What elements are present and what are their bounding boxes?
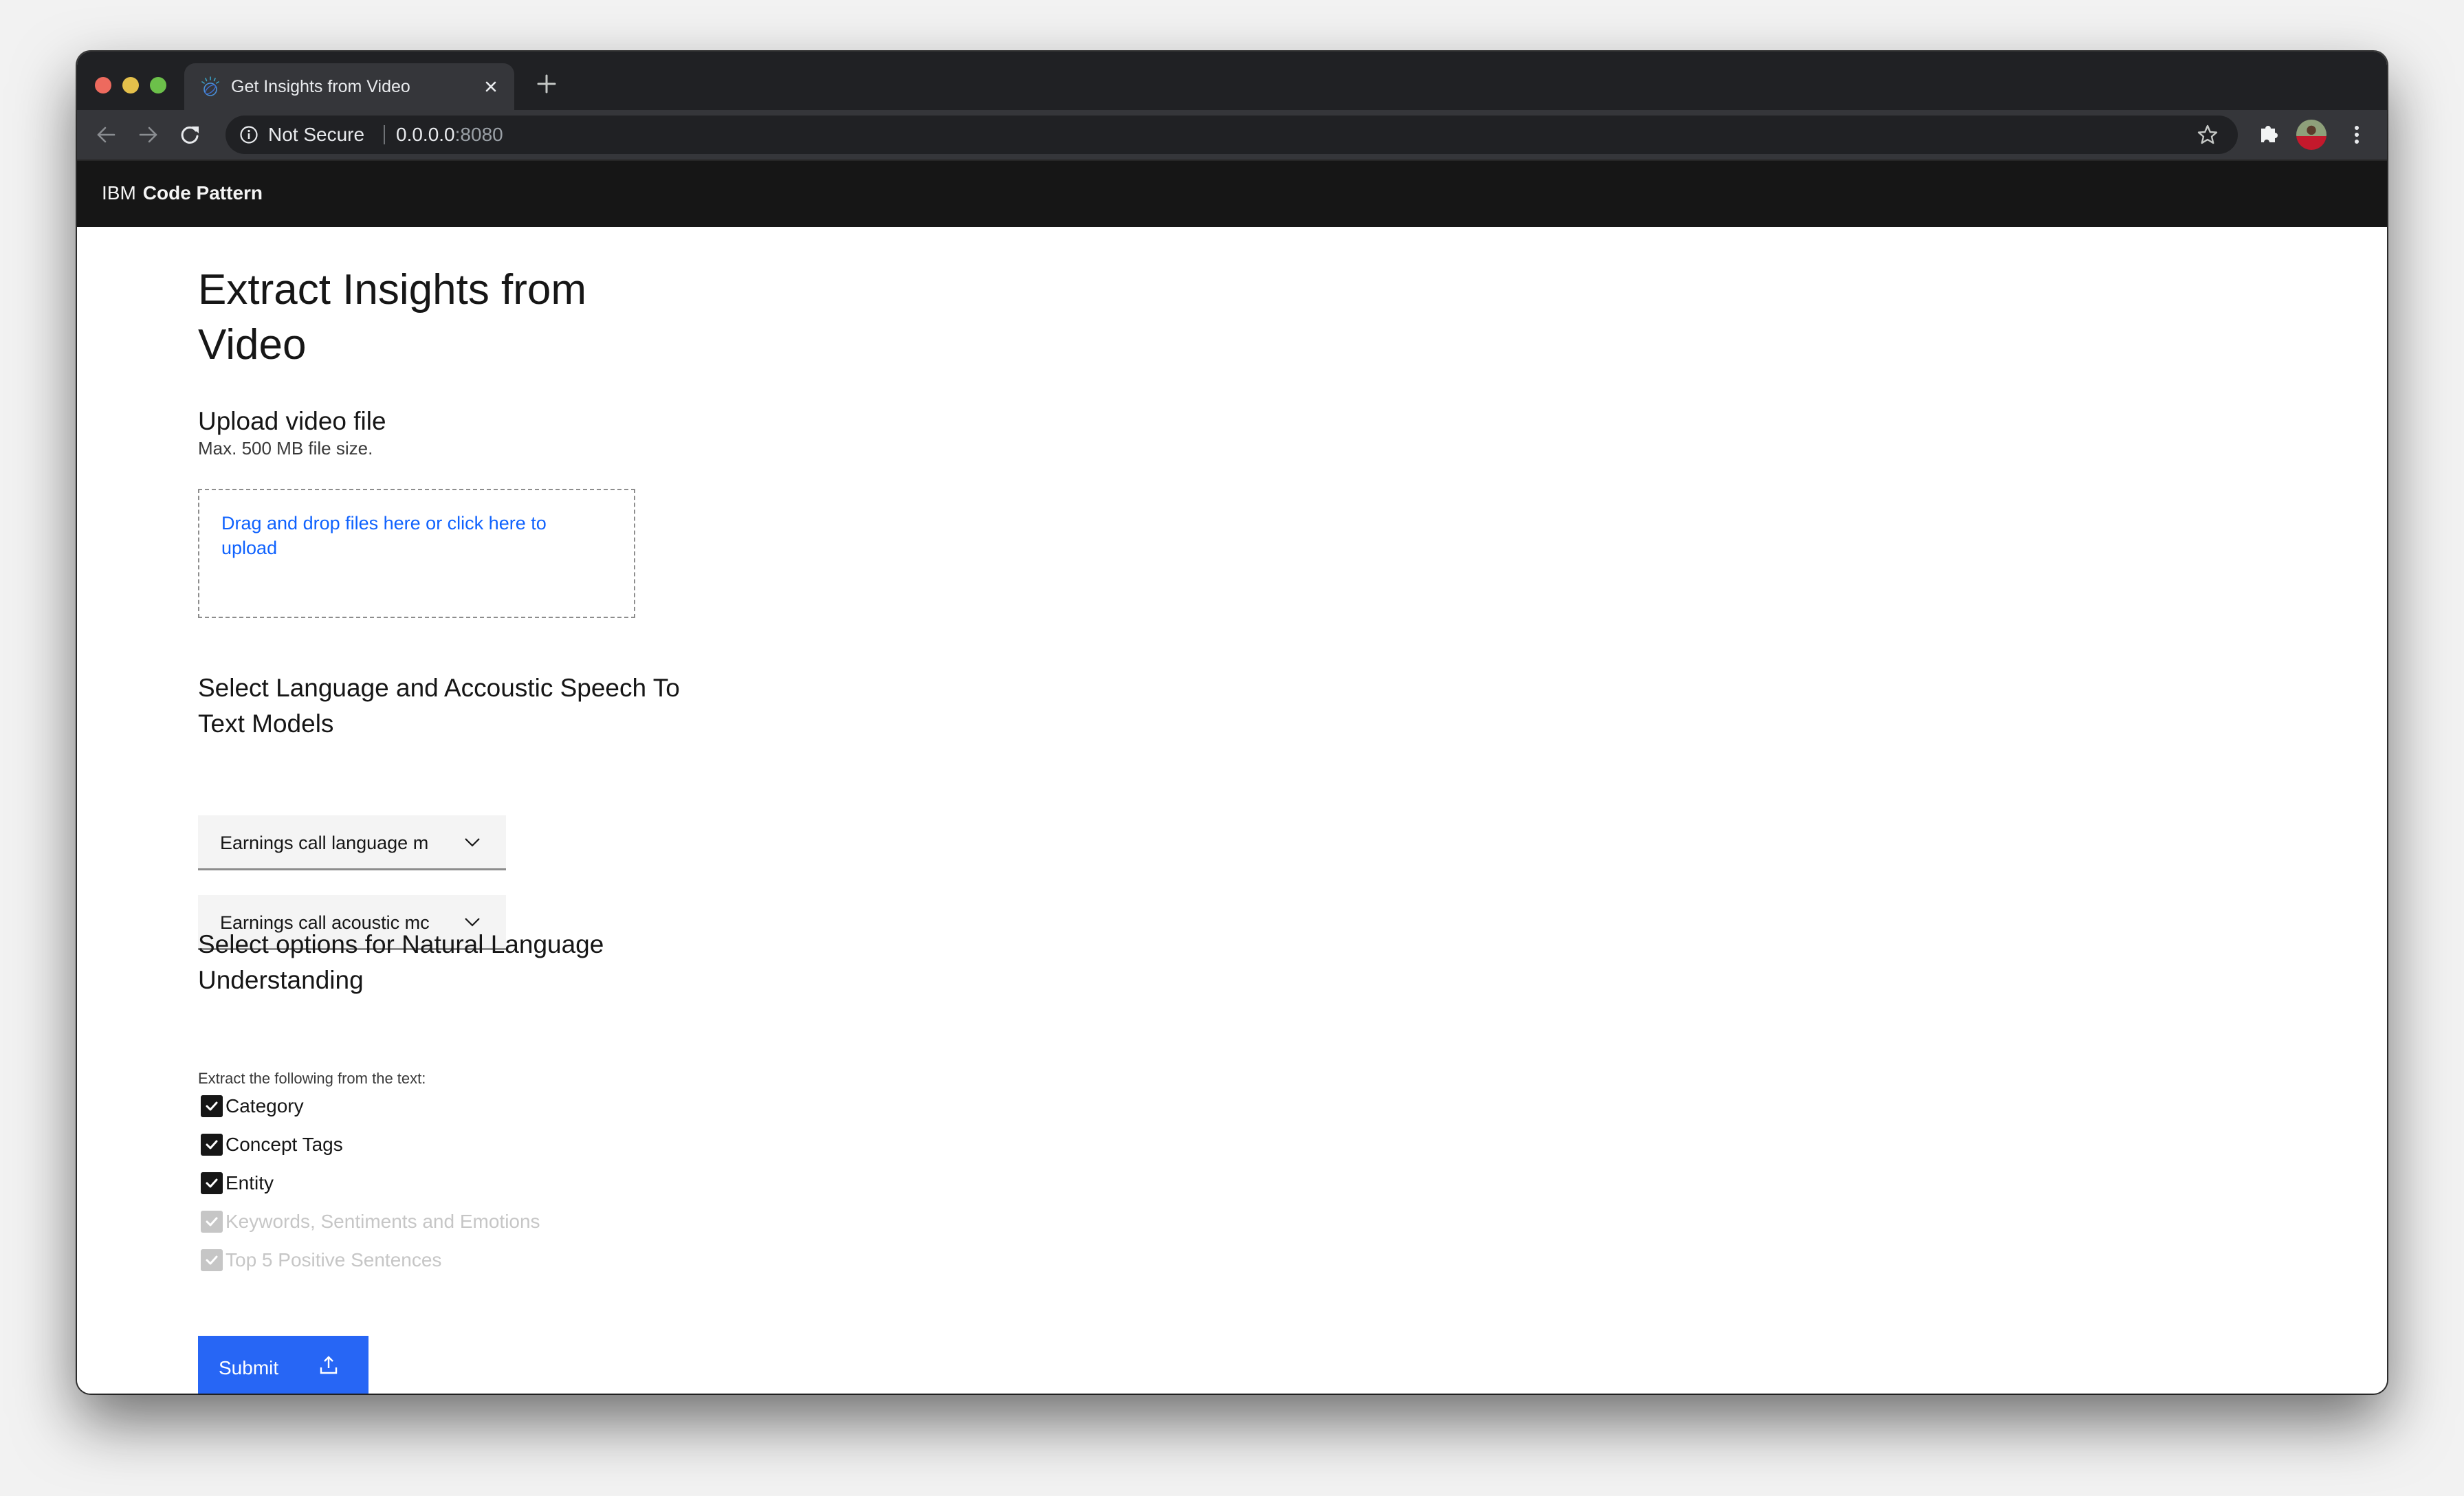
url-text[interactable]: 0.0.0.0:8080 — [396, 124, 503, 146]
page-title: Extract Insights from Video — [198, 266, 587, 368]
language-model-select[interactable]: Earnings call language m — [198, 815, 506, 870]
nlu-option-label: Top 5 Positive Sentences — [226, 1249, 442, 1270]
checkbox-checked-icon[interactable] — [201, 1172, 223, 1194]
nlu-option-label: Entity — [226, 1172, 274, 1194]
browser-toolbar: Not Secure 0.0.0.0:8080 — [77, 110, 2387, 160]
upload-icon — [319, 1355, 338, 1376]
nlu-option-checkbox: Keywords, Sentiments and Emotions — [201, 1208, 540, 1235]
browser-window: Get Insights from Video Not Secure 0.0.0… — [77, 52, 2387, 1394]
checkbox-checked-icon[interactable] — [201, 1134, 223, 1156]
reload-button[interactable] — [177, 122, 202, 147]
maximize-window-button[interactable] — [150, 77, 166, 94]
checkbox-checked-icon — [201, 1249, 223, 1271]
nlu-option-checkbox[interactable]: Entity — [201, 1169, 274, 1197]
nlu-option-label: Category — [226, 1095, 304, 1116]
checkbox-checked-icon — [201, 1211, 223, 1233]
submit-label: Submit — [219, 1357, 279, 1378]
dropzone-link[interactable]: Drag and drop files here or click here t… — [221, 511, 593, 560]
info-icon[interactable] — [239, 125, 258, 144]
file-dropzone[interactable]: Drag and drop files here or click here t… — [198, 489, 635, 618]
security-status: Not Secure — [268, 124, 365, 145]
upload-section-title: Upload video file — [198, 407, 386, 435]
language-model-value: Earnings call language m — [220, 833, 429, 853]
nlu-option-checkbox[interactable]: Category — [201, 1092, 304, 1120]
back-button[interactable] — [94, 122, 118, 147]
browser-tab-active[interactable]: Get Insights from Video — [184, 63, 514, 110]
checkbox-checked-icon[interactable] — [201, 1095, 223, 1117]
ibm-watson-icon — [199, 76, 221, 98]
url-port: :8080 — [454, 124, 503, 145]
forward-button[interactable] — [136, 122, 161, 147]
tab-title: Get Insights from Video — [231, 77, 410, 96]
close-tab-icon[interactable] — [481, 77, 500, 96]
brand-ibm: IBM — [102, 182, 136, 204]
stt-section-title: Select Language and Accoustic Speech To … — [198, 674, 680, 738]
nlu-option-label: Keywords, Sentiments and Emotions — [226, 1211, 540, 1232]
omnibox-divider — [384, 125, 385, 144]
main-content: Extract Insights from Video Upload video… — [77, 227, 2387, 1394]
minimize-window-button[interactable] — [122, 77, 139, 94]
nlu-option-checkbox[interactable]: Concept Tags — [201, 1131, 343, 1158]
upload-size-hint: Max. 500 MB file size. — [198, 438, 373, 459]
nlu-option-label: Concept Tags — [226, 1134, 343, 1155]
kebab-menu-icon[interactable] — [2344, 122, 2369, 147]
brand-logo[interactable]: IBM Code Pattern — [102, 182, 263, 205]
profile-avatar[interactable] — [2296, 120, 2326, 150]
close-window-button[interactable] — [95, 77, 111, 94]
chevron-down-icon — [463, 835, 481, 850]
brand-code-pattern: Code Pattern — [142, 182, 263, 204]
url-host: 0.0.0.0 — [396, 124, 455, 145]
address-bar[interactable]: Not Secure 0.0.0.0:8080 — [226, 116, 2238, 154]
nlu-section-title: Select options for Natural Language Unde… — [198, 930, 604, 994]
submit-button[interactable]: Submit — [198, 1336, 368, 1394]
tab-strip: Get Insights from Video — [77, 52, 2387, 110]
nlu-options-label: Extract the following from the text: — [198, 1070, 426, 1087]
bookmark-star-icon[interactable] — [2195, 122, 2220, 147]
new-tab-button[interactable] — [535, 72, 558, 96]
nlu-option-checkbox: Top 5 Positive Sentences — [201, 1246, 441, 1274]
extensions-puzzle-icon[interactable] — [2256, 122, 2281, 147]
app-header: IBM Code Pattern — [77, 160, 2387, 227]
